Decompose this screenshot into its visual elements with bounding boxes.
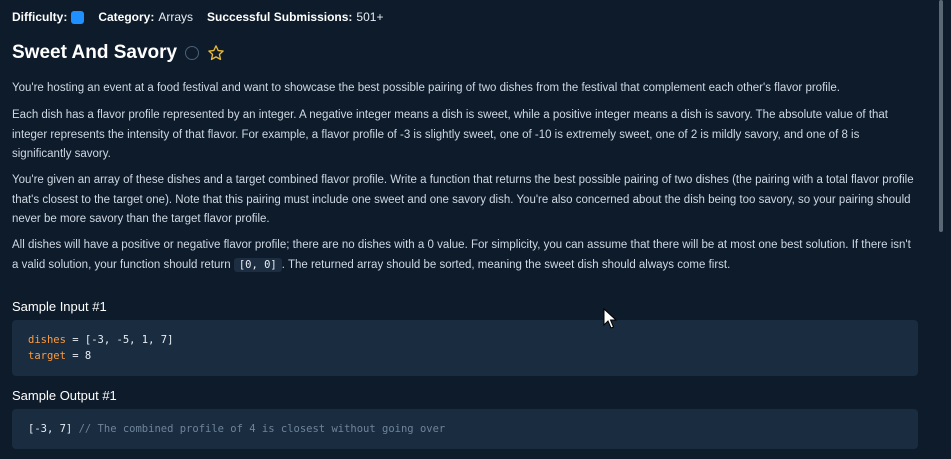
prompt-paragraph-4-text-b: . The returned array should be sorted, m… bbox=[281, 258, 731, 271]
problem-meta-bar: Difficulty: Category: Arrays Successful … bbox=[12, 10, 383, 24]
completion-circle-icon[interactable] bbox=[185, 46, 200, 60]
code-var-target: target bbox=[28, 350, 66, 362]
code-line-output: [-3, 7] // The combined profile of 4 is … bbox=[28, 421, 902, 437]
prompt-paragraph-4: All dishes will have a positive or negat… bbox=[12, 236, 917, 275]
code-line-dishes: dishes = [-3, -5, 1, 7] bbox=[28, 332, 902, 348]
title-row: Sweet And Savory bbox=[12, 42, 225, 64]
submissions-label: Successful Submissions: bbox=[207, 10, 353, 24]
vertical-scrollbar[interactable] bbox=[937, 0, 943, 459]
problem-page: Difficulty: Category: Arrays Successful … bbox=[0, 0, 935, 459]
star-icon[interactable] bbox=[207, 44, 225, 62]
sample-input-heading: Sample Input #1 bbox=[12, 299, 107, 314]
code-var-dishes: dishes bbox=[28, 334, 66, 346]
code-value-target: = 8 bbox=[65, 350, 92, 362]
scrollbar-thumb[interactable] bbox=[939, 0, 943, 232]
difficulty-indicator bbox=[71, 10, 85, 24]
code-output-value: [-3, 7] bbox=[28, 423, 73, 435]
mouse-cursor-icon bbox=[603, 308, 617, 329]
submissions-value: 501+ bbox=[356, 10, 384, 24]
prompt-paragraph-2: Each dish has a flavor profile represent… bbox=[12, 109, 888, 160]
sample-output-code-block: [-3, 7] // The combined profile of 4 is … bbox=[12, 409, 918, 449]
category-group: Category: Arrays bbox=[98, 10, 193, 24]
inline-code-zero-pair: [0, 0] bbox=[233, 257, 282, 272]
code-output-comment: // The combined profile of 4 is closest … bbox=[72, 423, 446, 435]
prompt-paragraph-3: You're given an array of these dishes an… bbox=[12, 174, 914, 225]
sample-input-code-block: dishes = [-3, -5, 1, 7] target = 8 bbox=[12, 320, 918, 376]
code-value-dishes: = [-3, -5, 1, 7] bbox=[65, 334, 174, 346]
difficulty-label: Difficulty: bbox=[12, 10, 68, 24]
sample-output-heading: Sample Output #1 bbox=[12, 388, 117, 403]
page-title: Sweet And Savory bbox=[12, 42, 178, 63]
code-line-target: target = 8 bbox=[28, 348, 902, 364]
difficulty-group: Difficulty: bbox=[12, 10, 85, 24]
submissions-group: Successful Submissions: 501+ bbox=[207, 10, 383, 24]
prompt-paragraph-1: You're hosting an event at a food festiv… bbox=[12, 82, 840, 94]
category-value: Arrays bbox=[158, 10, 194, 24]
category-label: Category: bbox=[98, 10, 155, 24]
